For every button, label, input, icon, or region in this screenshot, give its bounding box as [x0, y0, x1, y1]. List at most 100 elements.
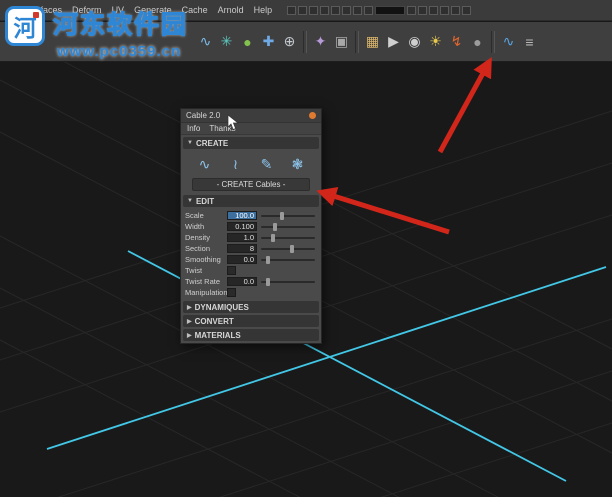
layout-shortcut-button[interactable]	[331, 5, 341, 15]
layout-shortcut-button[interactable]	[309, 5, 319, 15]
chevron-down-icon: ▼	[187, 198, 193, 204]
field-input-width[interactable]: 0.100	[227, 222, 257, 231]
watermark-logo-char: 河	[13, 15, 37, 41]
layout-shortcut-button[interactable]	[287, 5, 297, 15]
field-row-twist-rate: Twist Rate 0.0	[181, 276, 321, 287]
slider-density[interactable]	[261, 233, 317, 243]
section-materials[interactable]: ▶ MATERIALS	[183, 329, 319, 341]
panel-tab-info[interactable]: Info	[187, 124, 200, 133]
slider-width[interactable]	[261, 222, 317, 232]
chevron-right-icon: ▶	[187, 332, 192, 339]
field-input-smoothing[interactable]: 0.0	[227, 255, 257, 264]
section-create-label: CREATE	[195, 138, 229, 148]
layout-shortcut-button[interactable]	[320, 5, 330, 15]
section-convert[interactable]: ▶ CONVERT	[183, 315, 319, 327]
slider-track	[261, 225, 315, 228]
layout-shortcut-button[interactable]	[364, 5, 374, 15]
create-cable-curve-icon[interactable]: ∿	[194, 153, 216, 175]
panel-menubar: Info Thanks	[181, 123, 321, 135]
layout-shortcut-button[interactable]	[298, 5, 308, 15]
slider-twist-rate[interactable]	[261, 277, 317, 287]
close-icon[interactable]	[309, 112, 316, 119]
layout-shortcut-button[interactable]	[407, 5, 417, 15]
menu-item-arnold[interactable]: Arnold	[213, 5, 249, 15]
section-label-convert: CONVERT	[194, 316, 234, 326]
sun-icon[interactable]: ☀	[426, 31, 446, 53]
green-sphere-icon[interactable]: ●	[238, 31, 258, 53]
layout-shortcut-button[interactable]	[353, 5, 363, 15]
star-curve-icon[interactable]: ✳	[217, 31, 237, 53]
create-cable-light-icon[interactable]: ❃	[287, 153, 309, 175]
hook-tool-icon[interactable]: ↯	[447, 31, 467, 53]
field-row-smoothing: Smoothing 0.0	[181, 254, 321, 265]
shelf-separator	[491, 30, 495, 53]
checkbox-twist[interactable]	[227, 266, 236, 275]
section-label-dynamiques: DYNAMIQUES	[194, 302, 249, 312]
field-input-section[interactable]: 8	[227, 244, 257, 253]
section-edit-label: EDIT	[195, 196, 215, 206]
slider-section[interactable]	[261, 244, 317, 254]
layout-shortcut-button[interactable]	[342, 5, 352, 15]
create-icons-row: ∿ ≀ ✎ ❃	[181, 151, 321, 177]
layout-shortcut-button[interactable]	[418, 5, 428, 15]
slider-scale[interactable]	[261, 211, 317, 221]
box-tool-icon[interactable]: ▣	[332, 31, 352, 53]
magnifier-icon[interactable]: ⊕	[280, 31, 300, 53]
section-dynamiques[interactable]: ▶ DYNAMIQUES	[183, 301, 319, 313]
watermark-logo: 河	[5, 6, 45, 46]
play-icon[interactable]: ▶	[384, 31, 404, 53]
slider-track	[261, 214, 315, 217]
layout-shortcut-button[interactable]	[462, 5, 472, 15]
slider-track	[261, 236, 315, 239]
field-row-density: Density 1.0	[181, 232, 321, 243]
star-tool-icon[interactable]: ✦	[311, 31, 331, 53]
create-cable-arc-icon[interactable]: ≀	[225, 153, 247, 175]
shelf-separator	[303, 30, 307, 53]
field-label-smoothing: Smoothing	[185, 255, 221, 264]
field-input-density[interactable]: 1.0	[227, 233, 257, 242]
layout-shortcut-button[interactable]	[429, 5, 439, 15]
slider-handle[interactable]	[265, 255, 270, 264]
menu-item-help[interactable]: Help	[249, 5, 278, 15]
timeline-box	[375, 5, 406, 15]
slider-handle[interactable]	[273, 222, 277, 231]
field-label-scale: Scale	[185, 211, 204, 220]
layout-shortcut-buttons	[287, 5, 472, 15]
slider-handle[interactable]	[289, 244, 294, 253]
section-edit[interactable]: ▼ EDIT	[183, 195, 319, 207]
slider-track	[261, 247, 315, 250]
section-create[interactable]: ▼ CREATE	[183, 137, 319, 149]
edit-fields: Scale 100.0 Width 0.100 Density 1.0 Section 8 Sm…	[181, 209, 321, 299]
create-cable-pencil-icon[interactable]: ✎	[256, 153, 278, 175]
field-label-twist: Twist	[185, 266, 203, 275]
slider-handle[interactable]	[271, 233, 276, 242]
panel-tab-thanks[interactable]: Thanks	[209, 124, 235, 133]
layout-shortcut-button[interactable]	[451, 5, 461, 15]
cable-panel: Cable 2.0 Info Thanks ▼ CREATE ∿ ≀ ✎ ❃ - CRE…	[180, 108, 322, 344]
layout-shortcut-button[interactable]	[440, 5, 450, 15]
create-cables-button[interactable]: - CREATE Cables -	[192, 178, 310, 191]
options-icon[interactable]: ≡	[520, 31, 540, 53]
field-label-width: Width	[185, 222, 205, 231]
chevron-down-icon: ▼	[187, 140, 193, 146]
slider-smoothing[interactable]	[261, 255, 317, 265]
circle-tool-icon[interactable]: ◉	[405, 31, 425, 53]
field-input-twist-rate[interactable]: 0.0	[227, 277, 257, 286]
section-label-materials: MATERIALS	[194, 330, 241, 340]
grid-axis-lines	[46, 250, 607, 482]
gray-sphere-icon[interactable]: ●	[468, 31, 488, 53]
panel-titlebar[interactable]: Cable 2.0	[181, 109, 321, 123]
slider-handle[interactable]	[280, 211, 285, 220]
checkbox-manipulation[interactable]	[227, 288, 236, 297]
field-label-density: Density	[185, 233, 211, 242]
chevron-right-icon: ▶	[187, 318, 192, 325]
field-label-twist-rate: Twist Rate	[185, 277, 221, 286]
add-curve-icon[interactable]: ✚	[259, 31, 279, 53]
field-label-manipulation: Manipulation	[185, 288, 228, 297]
watermark-url: www.pc0359.cn	[57, 43, 182, 60]
field-input-scale[interactable]: 100.0	[227, 211, 257, 220]
cable-plugin-icon[interactable]: ∿	[499, 31, 519, 53]
field-row-width: Width 0.100	[181, 221, 321, 232]
image-tool-icon[interactable]: ▦	[363, 31, 383, 53]
slider-handle[interactable]	[265, 277, 270, 286]
